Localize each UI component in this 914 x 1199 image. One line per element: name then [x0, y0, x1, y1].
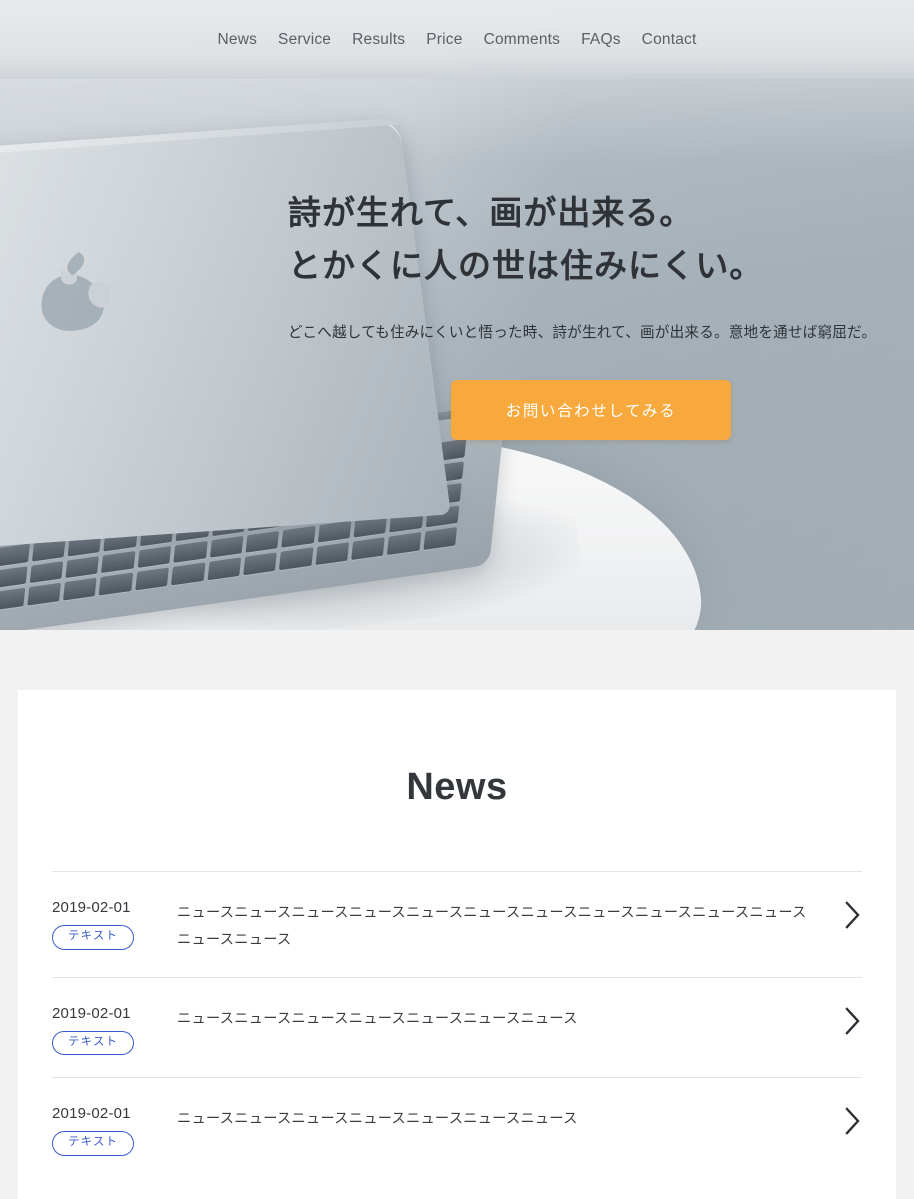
- main-navigation: News Service Results Price Comments FAQs…: [0, 0, 914, 79]
- news-category-badge: テキスト: [52, 1131, 135, 1156]
- news-heading: News: [406, 766, 508, 808]
- chevron-right-icon[interactable]: [828, 898, 862, 930]
- nav-item-news[interactable]: News: [217, 31, 257, 49]
- news-category-badge: テキスト: [52, 1030, 135, 1056]
- news-title: ニュースニュースニュースニュースニュースニュースニュース: [177, 1111, 578, 1128]
- hero-content: 詩が生れて、画が出来る。 とかくに人の世は住みにくい。 どこへ越しても住みにくい…: [288, 186, 894, 441]
- news-category-badge: テキスト: [52, 925, 135, 950]
- news-date: 2019-02-01: [52, 1004, 131, 1022]
- news-meta: 2019-02-01 テキスト: [52, 1004, 177, 1056]
- news-list-item[interactable]: 2019-02-01 テキスト ニュースニュースニュースニュースニュースニュース…: [52, 1077, 862, 1178]
- hero-title: 詩が生れて、画が出来る。 とかくに人の世は住みにくい。: [288, 186, 894, 293]
- chevron-right-icon[interactable]: [828, 1004, 862, 1036]
- hero-description: どこへ越しても住みにくいと悟った時、詩が生れて、画が出来る。意地を通せば窮屈だ。: [288, 324, 877, 341]
- apple-logo-icon: [32, 251, 114, 336]
- news-list: 2019-02-01 テキスト ニュースニュースニュースニュースニュースニュース…: [18, 871, 896, 1178]
- news-section: News 2019-02-01 テキスト ニュースニュースニュースニュースニュー…: [0, 630, 914, 1199]
- nav-list: News Service Results Price Comments FAQs…: [217, 31, 696, 49]
- news-date: 2019-02-01: [52, 899, 131, 916]
- nav-item-faqs[interactable]: FAQs: [581, 31, 621, 49]
- news-card: News 2019-02-01 テキスト ニュースニュースニュースニュースニュー…: [18, 690, 896, 1199]
- hero-section: News Service Results Price Comments FAQs…: [0, 0, 914, 630]
- page-root: News Service Results Price Comments FAQs…: [0, 0, 914, 1199]
- nav-item-price[interactable]: Price: [426, 31, 462, 49]
- chevron-right-icon[interactable]: [828, 1104, 862, 1136]
- news-meta: 2019-02-01 テキスト: [52, 1104, 177, 1156]
- news-date: 2019-02-01: [52, 1105, 131, 1123]
- hero-title-line-1: 詩が生れて、画が出来る。: [288, 194, 694, 231]
- contact-cta-button[interactable]: お問い合わせしてみる: [451, 380, 731, 441]
- hero-cta-wrapper: お問い合わせしてみる: [288, 380, 894, 441]
- news-meta: 2019-02-01 テキスト: [52, 898, 177, 950]
- nav-item-comments[interactable]: Comments: [484, 31, 561, 49]
- news-title: ニュースニュースニュースニュースニュースニュースニュースニュースニュースニュース…: [177, 905, 807, 949]
- news-title: ニュースニュースニュースニュースニュースニュースニュース: [177, 1010, 578, 1027]
- nav-item-service[interactable]: Service: [278, 31, 331, 49]
- hero-title-line-2: とかくに人の世は住みにくい。: [288, 247, 764, 285]
- nav-item-contact[interactable]: Contact: [642, 31, 697, 49]
- nav-item-results[interactable]: Results: [352, 31, 405, 49]
- news-list-item[interactable]: 2019-02-01 テキスト ニュースニュースニュースニュースニュースニュース…: [52, 871, 862, 977]
- news-list-item[interactable]: 2019-02-01 テキスト ニュースニュースニュースニュースニュースニュース…: [52, 976, 862, 1078]
- laptop-lid-edge: [0, 117, 400, 169]
